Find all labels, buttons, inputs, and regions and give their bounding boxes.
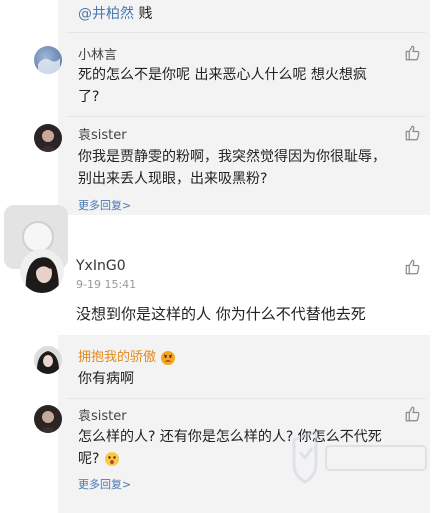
reply-author-name[interactable]: 袁sister — [78, 124, 127, 143]
angry-emoji-icon — [161, 350, 176, 365]
comment-author-name[interactable]: YxInG0 — [76, 258, 126, 274]
reply-author-name[interactable]: 拥抱我的骄傲 — [78, 346, 176, 366]
thumbs-up-icon[interactable] — [404, 405, 422, 423]
reply-author-name[interactable]: 袁sister — [78, 405, 127, 424]
reply-text-line: 了? — [78, 89, 100, 105]
reply-text-line: 别出来丢人现眼，出来吸黑粉? — [78, 171, 268, 187]
divider — [66, 32, 426, 33]
reply-text-line: 你有病啊 — [78, 371, 134, 387]
avatar[interactable] — [34, 405, 62, 433]
avatar[interactable] — [20, 249, 64, 293]
previous-comment-text: @井柏然 贱 — [78, 6, 153, 22]
avatar[interactable] — [34, 346, 62, 374]
avatar[interactable] — [34, 46, 62, 74]
divider — [66, 398, 426, 399]
mention-link[interactable]: @井柏然 — [78, 6, 134, 22]
thumbs-up-icon[interactable] — [404, 124, 422, 142]
thumbs-up-icon[interactable] — [404, 258, 422, 276]
reply-author-name[interactable]: 小林言 — [78, 44, 117, 63]
watermark-logo-icon — [286, 426, 436, 486]
divider — [66, 116, 426, 117]
avatar[interactable] — [34, 124, 62, 152]
reply-text-line: 呢? — [78, 448, 120, 470]
comment-text: 没想到你是这样的人 你为什么不代替他去死 — [76, 305, 366, 323]
shocked-emoji-icon — [104, 452, 119, 466]
comment-timestamp: 9-19 15:41 — [76, 278, 137, 291]
more-replies-link[interactable]: 更多回复> — [78, 476, 131, 492]
reply-text-line: 你我是贾静雯的粉啊，我突然觉得因为你很耻辱， — [78, 149, 386, 165]
thumbs-up-icon[interactable] — [404, 44, 422, 62]
more-replies-link[interactable]: 更多回复> — [78, 197, 131, 213]
reply-text-line: 死的怎么不是你呢 出来恶心人什么呢 想火想疯 — [78, 67, 367, 83]
